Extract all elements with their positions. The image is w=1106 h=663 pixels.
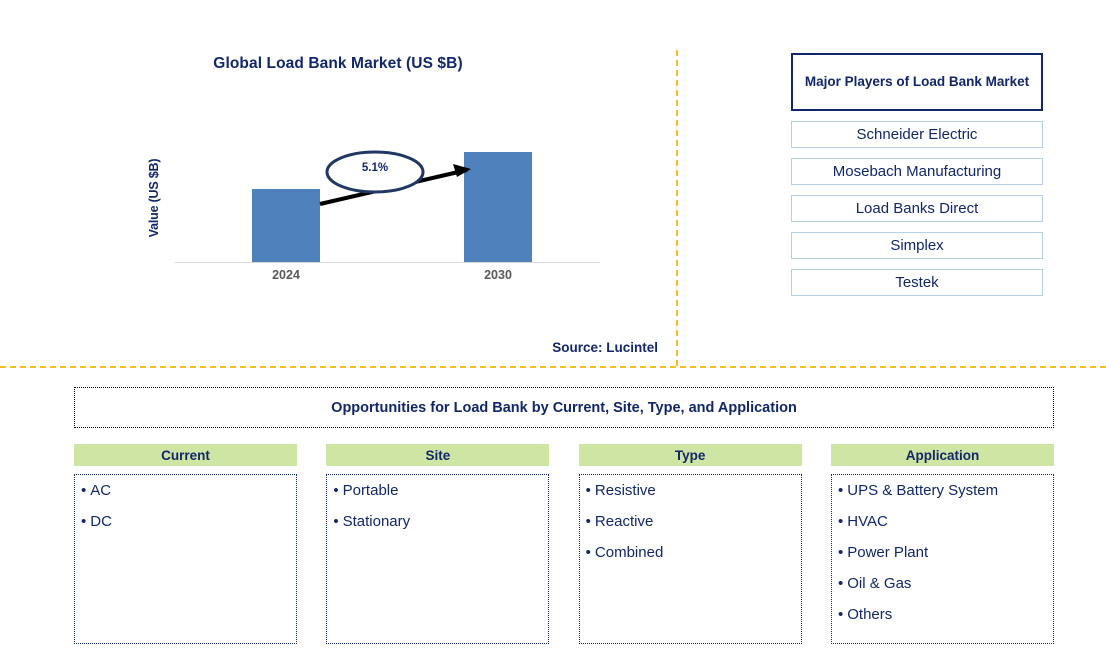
player-row: Load Banks Direct (791, 195, 1043, 222)
list-item-label: Reactive (594, 513, 654, 530)
list-item-label: UPS & Battery System (847, 482, 999, 499)
list-item-label: AC (90, 482, 112, 499)
bullet-icon: • (333, 482, 339, 499)
column-body-site: • Portable • Stationary (326, 474, 550, 644)
list-item: • DC (81, 514, 290, 529)
column-body-type: • Resistive • Reactive • Combined (578, 474, 802, 644)
opportunities-columns: Current • AC • DC Site • Portable • Stationa… (74, 444, 1054, 644)
list-item-label: Stationary (342, 513, 411, 530)
y-axis-label: Value (US $B) (147, 158, 161, 238)
list-item-label: Others (847, 606, 893, 623)
bullet-icon: • (837, 606, 844, 623)
list-item-label: Resistive (594, 482, 656, 499)
x-tick-label-2030: 2030 (484, 268, 512, 282)
opportunity-column-type: Type • Resistive • Reactive • Combined (578, 444, 802, 644)
bullet-icon: • (81, 513, 87, 530)
list-item: • Stationary (333, 514, 542, 529)
bullet-icon: • (837, 482, 844, 499)
player-row: Mosebach Manufacturing (791, 158, 1043, 185)
bullet-icon: • (585, 482, 591, 499)
player-row: Schneider Electric (791, 121, 1043, 148)
column-header-current: Current (74, 444, 297, 466)
list-item: • Reactive (586, 514, 795, 529)
list-item-label: DC (90, 513, 112, 530)
list-item-label: Portable (342, 482, 399, 499)
bullet-icon: • (81, 482, 87, 499)
list-item: • Resistive (586, 483, 795, 498)
major-players-panel: Major Players of Load Bank Market Schnei… (791, 53, 1043, 296)
column-header-application: Application (830, 444, 1054, 466)
opportunities-header-text: Opportunities for Load Bank by Current, … (331, 399, 797, 416)
bullet-icon: • (837, 544, 844, 561)
list-item-label: Power Plant (847, 544, 929, 561)
list-item: • Portable (333, 483, 542, 498)
player-row: Testek (791, 269, 1043, 296)
bullet-icon: • (333, 513, 339, 530)
bullet-icon: • (837, 513, 844, 530)
opportunities-header-box: Opportunities for Load Bank by Current, … (74, 387, 1054, 428)
chart-title: Global Load Bank Market (US $B) (213, 55, 463, 72)
list-item: • Oil & Gas (838, 576, 1047, 591)
x-tick-label-2024: 2024 (272, 268, 300, 282)
bullet-icon: • (837, 575, 844, 592)
list-item-label: Oil & Gas (847, 575, 912, 592)
bullet-icon: • (585, 513, 591, 530)
list-item: • HVAC (838, 514, 1047, 529)
column-body-application: • UPS & Battery System • HVAC • Power Plant… (830, 474, 1054, 644)
major-players-title: Major Players of Load Bank Market (791, 53, 1043, 111)
column-header-site: Site (326, 444, 550, 466)
horizontal-divider (0, 366, 1106, 368)
list-item: • Power Plant (838, 545, 1047, 560)
list-item: • UPS & Battery System (838, 483, 1047, 498)
list-item: • Combined (586, 545, 795, 560)
cagr-arrow-icon (319, 150, 471, 206)
bullet-icon: • (585, 544, 591, 561)
cagr-value-label: 5.1% (361, 162, 389, 174)
opportunity-column-current: Current • AC • DC (74, 444, 297, 644)
bar-chart-plot-area: Value (US $B) 5.1% 2024 2030 (147, 120, 600, 282)
list-item: • Others (838, 607, 1047, 622)
opportunity-column-site: Site • Portable • Stationary (326, 444, 550, 644)
list-item-label: Combined (594, 544, 664, 561)
player-row: Simplex (791, 232, 1043, 259)
opportunity-column-application: Application • UPS & Battery System • HVAC … (830, 444, 1054, 644)
list-item-label: HVAC (847, 513, 888, 530)
chart-panel: Global Load Bank Market (US $B) Value (U… (0, 0, 676, 370)
column-header-type: Type (578, 444, 802, 466)
source-note: Source: Lucintel (552, 340, 658, 355)
column-body-current: • AC • DC (74, 474, 297, 644)
vertical-divider (676, 50, 678, 366)
list-item: • AC (81, 483, 290, 498)
